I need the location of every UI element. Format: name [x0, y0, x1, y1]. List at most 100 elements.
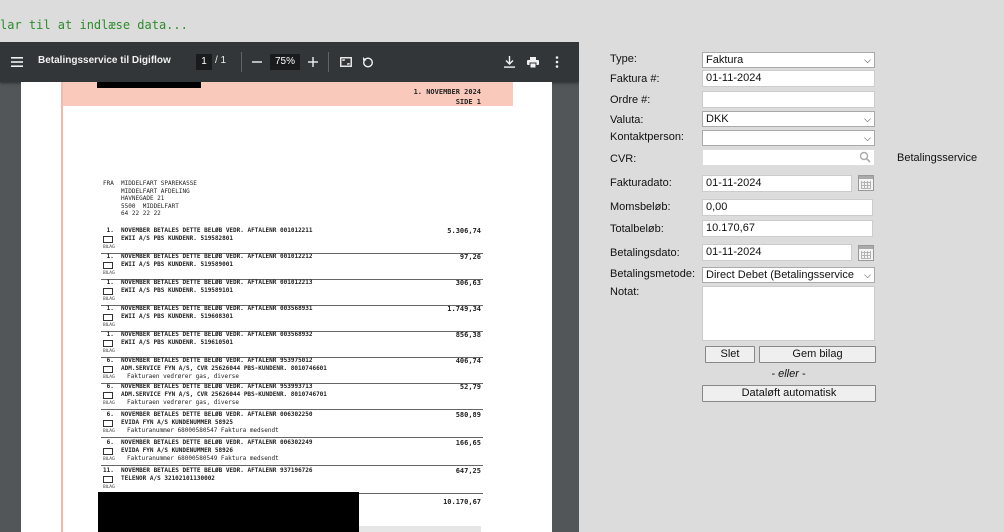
transaction-row: 1. NOVEMBER BETALES DETTE BELØB VEDR. AF…	[101, 305, 483, 332]
or-divider: - eller -	[771, 368, 806, 380]
bilag-label: BILAG	[103, 428, 116, 433]
envelope-icon	[103, 476, 113, 483]
transaction-row: 6. NOVEMBER BETALES DETTE BELØB VEDR. AF…	[101, 383, 483, 410]
betalingsdato-field[interactable]: 01-11-2024	[702, 244, 852, 261]
ordre-field[interactable]	[702, 91, 875, 108]
row-line-2: ADM.SERVICE FYN A/S, CVR 25626044 PBS-KU…	[121, 365, 327, 372]
envelope-icon	[103, 340, 113, 347]
auto-extract-button[interactable]: Dataløft automatisk	[702, 385, 876, 402]
row-line-1: 11. NOVEMBER BETALES DETTE BELØB VEDR. A…	[103, 467, 313, 474]
fit-page-icon[interactable]	[338, 54, 354, 70]
cvr-field[interactable]	[702, 149, 875, 166]
minus-icon[interactable]	[249, 54, 265, 70]
moms-field[interactable]: 0,00	[702, 199, 873, 216]
transaction-row: 6. NOVEMBER BETALES DETTE BELØB VEDR. AF…	[101, 439, 483, 466]
row-amount: 306,63	[455, 279, 481, 287]
row-amount: 856,38	[455, 331, 481, 339]
toolbar-divider	[328, 52, 329, 72]
page-number-input[interactable]: 1	[196, 54, 212, 70]
transaction-row: 6. NOVEMBER BETALES DETTE BELØB VEDR. AF…	[101, 411, 483, 438]
envelope-icon	[103, 288, 113, 295]
notat-label: Notat:	[610, 286, 640, 298]
row-line-1: 6. NOVEMBER BETALES DETTE BELØB VEDR. AF…	[103, 439, 313, 446]
type-select[interactable]: Faktura ⌵	[702, 52, 875, 68]
sender-address: FRA MIDDELFART SPAREKASSE MIDDELFART AFD…	[103, 180, 197, 218]
chevron-down-icon: ⌵	[862, 268, 871, 282]
rotate-icon[interactable]	[360, 54, 376, 70]
valuta-label: Valuta:	[610, 114, 644, 126]
transaction-row: 6. NOVEMBER BETALES DETTE BELØB VEDR. AF…	[101, 357, 483, 384]
transaction-row: 1. NOVEMBER BETALES DETTE BELØB VEDR. AF…	[101, 331, 483, 358]
envelope-icon	[103, 314, 113, 321]
envelope-icon	[103, 448, 113, 455]
plus-icon[interactable]	[305, 54, 321, 70]
more-vert-icon[interactable]	[549, 54, 565, 70]
valuta-select[interactable]: DKK ⌵	[702, 111, 875, 127]
row-line-1: 1. NOVEMBER BETALES DETTE BELØB VEDR. AF…	[103, 253, 313, 260]
kontakt-select[interactable]: ⌵	[702, 130, 875, 146]
row-amount: 406,74	[455, 357, 481, 365]
bilag-label: BILAG	[103, 348, 116, 353]
print-icon[interactable]	[525, 54, 541, 70]
row-line-1: 1. NOVEMBER BETALES DETTE BELØB VEDR. AF…	[103, 279, 313, 286]
transaction-row: 11. NOVEMBER BETALES DETTE BELØB VEDR. A…	[101, 467, 483, 494]
envelope-icon	[103, 420, 113, 427]
menu-icon[interactable]	[9, 54, 25, 70]
row-line-1: 1. NOVEMBER BETALES DETTE BELØB VEDR. AF…	[103, 331, 313, 338]
type-label: Type:	[610, 53, 637, 65]
search-icon[interactable]	[859, 150, 871, 168]
calendar-icon[interactable]	[858, 245, 874, 261]
bilag-label: BILAG	[103, 296, 116, 301]
row-line-1: 1. NOVEMBER BETALES DETTE BELØB VEDR. AF…	[103, 227, 313, 234]
valuta-select-value: DKK	[706, 113, 729, 125]
page-total: / 1	[215, 55, 227, 66]
bilag-label: BILAG	[103, 374, 116, 379]
row-line-3: Fakturanummer 68000580547 Faktura medsen…	[127, 427, 279, 434]
sender-line: 5500 MIDDELFART	[103, 202, 179, 210]
faktura-label: Faktura #:	[610, 73, 660, 85]
row-amount: 97,26	[459, 253, 481, 261]
transaction-row: 1. NOVEMBER BETALES DETTE BELØB VEDR. AF…	[101, 227, 483, 254]
row-amount: 1.749,34	[447, 305, 481, 313]
total-field[interactable]: 10.170,67	[702, 220, 873, 237]
chevron-down-icon: ⌵	[864, 55, 871, 65]
row-line-2: EVIDA FYN A/S KUNDENUMMER 58925	[121, 419, 233, 426]
document-total: 10.170,67	[443, 498, 481, 506]
sender-line: FRA MIDDELFART SPAREKASSE	[103, 180, 197, 187]
sender-line: MIDDELFART AFDELING	[103, 187, 190, 195]
ordre-label: Ordre #:	[610, 94, 651, 106]
metode-select[interactable]: Direct Debet (Betalingsservice ⌵	[702, 267, 875, 283]
notat-textarea[interactable]	[702, 286, 875, 341]
redaction-box	[97, 82, 201, 88]
sender-line: 64 22 22 22	[103, 210, 161, 217]
gem-bilag-button[interactable]: Gem bilag	[759, 346, 876, 363]
slet-button[interactable]: Slet	[705, 346, 755, 363]
chevron-down-icon: ⌵	[864, 114, 871, 124]
betalingsdato-label: Betalingsdato:	[610, 247, 680, 259]
moms-label: Momsbeløb:	[610, 201, 671, 213]
row-line-2: TELENOR A/S 32102101130002	[121, 475, 215, 482]
type-select-value: Faktura	[706, 54, 744, 66]
calendar-icon[interactable]	[858, 175, 874, 191]
faktura-field[interactable]: 01-11-2024	[702, 70, 875, 87]
bilag-label: BILAG	[103, 244, 116, 249]
footer-band	[359, 526, 481, 532]
row-line-1: 6. NOVEMBER BETALES DETTE BELØB VEDR. AF…	[103, 383, 313, 390]
row-line-2: EWII A/S PBS KUNDENR. 519610501	[121, 339, 233, 346]
kontakt-label: Kontaktperson:	[610, 131, 684, 143]
row-line-3: Fakturaen vedrører gas, diverse	[127, 399, 239, 406]
fakturadato-field[interactable]: 01-11-2024	[702, 175, 852, 192]
document-date: 1. NOVEMBER 2024	[413, 88, 481, 96]
bilag-label: BILAG	[103, 270, 116, 275]
row-amount: 166,65	[455, 439, 481, 447]
cvr-result: Betalingsservice	[897, 152, 978, 164]
envelope-icon	[103, 392, 113, 399]
transaction-row: 1. NOVEMBER BETALES DETTE BELØB VEDR. AF…	[101, 253, 483, 280]
envelope-icon	[103, 366, 113, 373]
row-line-3: Fakturanummer 68000580549 Faktura medsen…	[127, 455, 279, 462]
zoom-input[interactable]: 75%	[270, 54, 300, 70]
download-icon[interactable]	[501, 54, 517, 70]
row-amount: 52,79	[459, 383, 481, 391]
toolbar-divider	[241, 52, 242, 72]
pdf-toolbar: Betalingsservice til Digiflow 1 / 1 75%	[0, 42, 579, 82]
